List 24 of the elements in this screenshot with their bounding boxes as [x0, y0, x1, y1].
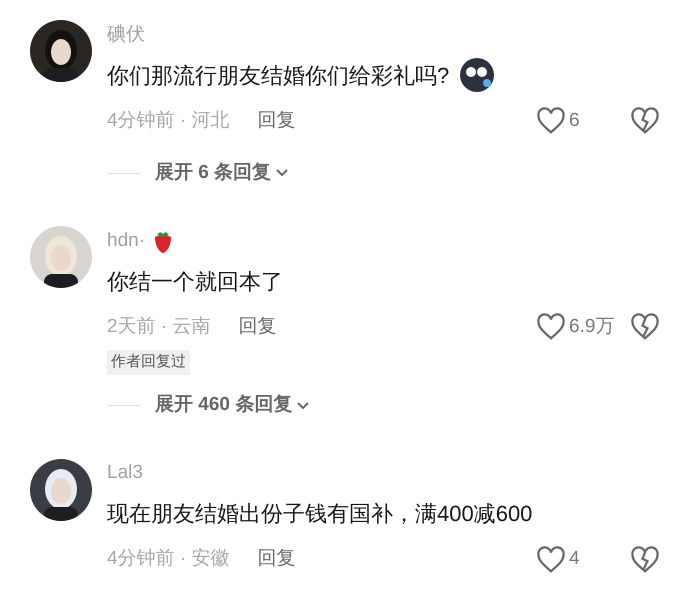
comment-meta: 4分钟前 · 安徽: [107, 547, 230, 572]
broken-heart-icon[interactable]: [630, 107, 660, 135]
expand-replies-button[interactable]: 展开 460 条回复: [155, 391, 310, 420]
comment-text: 你结一个就回本了: [107, 268, 283, 296]
like-count: 6: [569, 108, 580, 133]
comment-text: 现在朋友结婚出份子钱有国补，满400减600: [107, 500, 532, 528]
comment-meta: 2天前 · 云南: [107, 314, 210, 339]
author-replied-tag: 作者回复过: [107, 350, 190, 374]
heart-icon[interactable]: [536, 313, 566, 341]
emoji-icon: [459, 57, 496, 93]
reply-button[interactable]: 回复: [257, 106, 296, 136]
like-count: 6.9万: [569, 314, 614, 339]
reply-button[interactable]: 回复: [238, 312, 276, 342]
broken-heart-icon[interactable]: [630, 313, 660, 341]
reply-button[interactable]: 回复: [257, 545, 296, 574]
like-count: 4: [569, 547, 580, 572]
broken-heart-icon[interactable]: [630, 546, 660, 574]
chevron-down-icon: [296, 400, 310, 410]
comment-meta: 4分钟前 · 河北: [107, 108, 230, 133]
heart-icon[interactable]: [536, 107, 566, 135]
expand-replies-button[interactable]: 展开 6 条回复: [155, 158, 290, 188]
heart-icon[interactable]: [536, 546, 566, 574]
comment-text: 你们那流行朋友结婚你们给彩礼吗?: [107, 62, 450, 90]
chevron-down-icon: [275, 168, 290, 178]
